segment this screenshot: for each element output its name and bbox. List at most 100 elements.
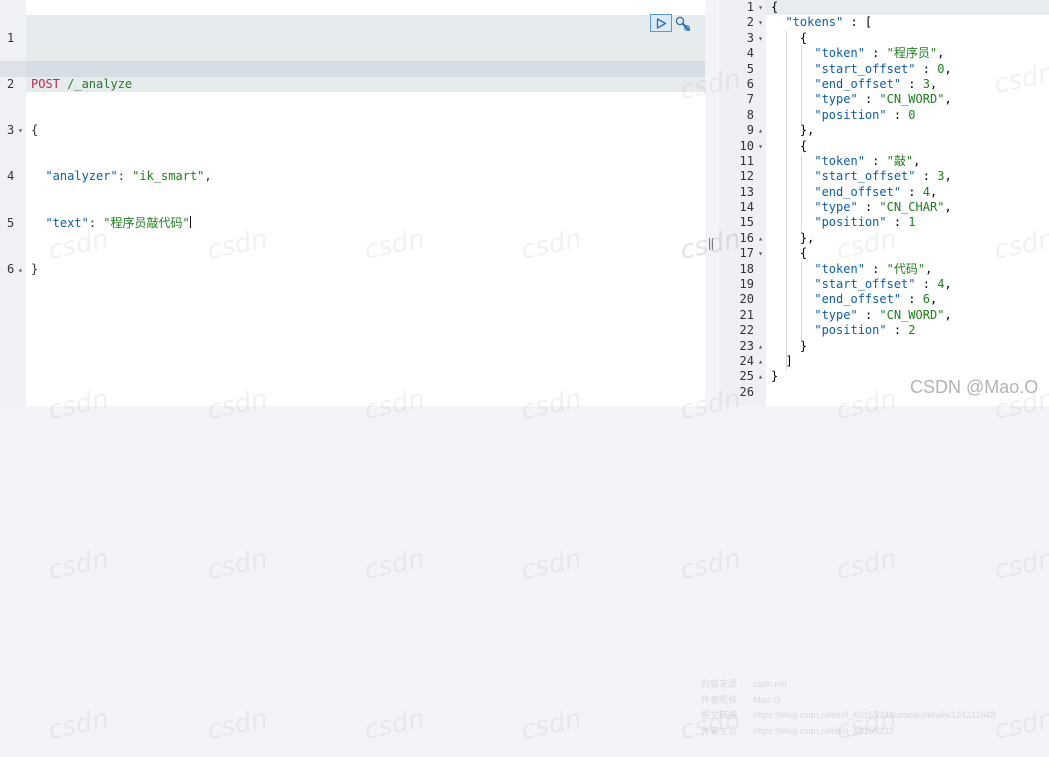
- resize-grip-line: [709, 238, 710, 250]
- fold-up-icon[interactable]: ▴: [18, 262, 23, 277]
- response-line: "end_offset" : 4,: [814, 184, 938, 199]
- line-number-text: 11: [739, 153, 754, 168]
- run-request-button[interactable]: [650, 14, 672, 32]
- response-line: "token" : "敲",: [814, 153, 921, 168]
- line-number: 15: [719, 215, 766, 230]
- line-number: 16 ▴: [719, 231, 766, 246]
- line-number: 12: [719, 169, 766, 184]
- line-number: 6: [719, 77, 766, 92]
- line-number-text: 12: [739, 169, 754, 184]
- code-line-empty: [31, 31, 212, 46]
- line-number-text: 7: [746, 92, 754, 107]
- request-line-numbers: 1 2 3 ▾ 4 5 6 ▴: [0, 0, 26, 308]
- code-line: {: [31, 123, 212, 138]
- line-number-text: 4: [746, 46, 754, 61]
- request-line: POST /_analyze: [31, 77, 212, 92]
- line-number: 24 ▴: [719, 354, 766, 369]
- csdn-watermark: csdn: [518, 704, 585, 746]
- request-url: /_analyze: [59, 77, 133, 92]
- meta-line: 作者主页 https://blog.csdn.net/m0_60155232: [701, 724, 996, 740]
- response-line: "start_offset" : 4,: [814, 277, 952, 292]
- request-settings-button[interactable]: [674, 15, 692, 33]
- line-number: 20: [719, 292, 766, 307]
- request-editor[interactable]: 1 2 3 ▾ 4 5 6 ▴ POST /_analyze { "analyzer…: [0, 0, 705, 406]
- line-number: 3 ▾: [719, 31, 766, 46]
- fold-down-icon[interactable]: ▾: [758, 139, 763, 154]
- fold-down-icon[interactable]: ▾: [758, 246, 763, 261]
- http-method: POST: [31, 77, 60, 92]
- meta-key: 作者主页: [701, 725, 738, 736]
- csdn-watermark: csdn: [991, 704, 1049, 746]
- csdn-watermark: csdn: [361, 704, 428, 746]
- response-line: {: [771, 138, 808, 153]
- text-key: "text": [45, 215, 89, 230]
- line-number: 19: [719, 277, 766, 292]
- line-number: 26: [719, 385, 766, 400]
- line-number: 1 ▾: [719, 0, 766, 15]
- fold-down-icon[interactable]: ▾: [18, 123, 23, 138]
- line-number-text: 10: [739, 138, 754, 153]
- analyzer-key: "analyzer": [45, 169, 118, 184]
- line-number-text: 9: [746, 123, 754, 138]
- line-number-text: 3: [746, 30, 754, 45]
- meta-value: csdn.net: [753, 679, 788, 689]
- text-cursor: [189, 215, 191, 228]
- fold-up-icon[interactable]: ▴: [758, 231, 763, 246]
- fold-down-icon[interactable]: ▾: [758, 15, 763, 30]
- line-number: 22: [719, 323, 766, 338]
- fold-up-icon[interactable]: ▴: [758, 354, 763, 369]
- colon: :: [88, 215, 104, 230]
- line-number: 9 ▴: [719, 123, 766, 138]
- line-number-text: 21: [739, 307, 754, 322]
- line-number-text: 14: [739, 200, 754, 215]
- code-line-active: "text": "程序员敲代码": [31, 215, 212, 231]
- brand-watermark: CSDN @Mao.O: [910, 377, 1039, 397]
- fold-up-icon[interactable]: ▴: [758, 369, 763, 384]
- code-line: "analyzer": "ik_smart",: [31, 169, 211, 184]
- response-line: "start_offset" : 0,: [814, 61, 952, 76]
- fold-down-icon[interactable]: ▾: [758, 31, 763, 46]
- line-number: 4: [719, 46, 766, 61]
- meta-key: 作者昵称: [701, 694, 738, 705]
- response-line: }: [771, 338, 808, 353]
- line-number-foldable: 3 ▾: [0, 123, 26, 138]
- meta-key: 原文链接: [701, 710, 738, 720]
- meta-value: Mao.O: [753, 694, 781, 705]
- code-line: }: [31, 262, 212, 277]
- analyzer-value: "ik_smart": [132, 169, 205, 184]
- line-number-text: 3: [7, 123, 15, 138]
- line-number-text: 22: [739, 323, 754, 338]
- line-number-text: 18: [739, 261, 754, 276]
- response-line-numbers: 1 ▾ 2 ▾ 3 ▾ 4 5 6 7 8 9 ▴ 10 ▾ 11 12 13 14 15 16 ▴ 17 ▾ 18 19 20 21…: [719, 0, 766, 400]
- line-number: 13: [719, 185, 766, 200]
- fold-up-icon[interactable]: ▴: [758, 123, 763, 138]
- csdn-watermark: csdn: [833, 544, 900, 586]
- response-line: "start_offset" : 3,: [814, 169, 952, 184]
- text-value: "程序员敲代码": [103, 215, 190, 230]
- line-number: 7: [719, 92, 766, 107]
- line-number-text: 24: [739, 353, 754, 368]
- source-meta-watermark: 内容来源 csdn.net 作者昵称 Mao.O 原文链接 https://blog.cs…: [701, 677, 996, 739]
- response-viewer[interactable]: 1 ▾ 2 ▾ 3 ▾ 4 5 6 7 8 9 ▴ 10 ▾ 11 12 13 14 15 16 ▴ 17 ▾ 18 19 20 21…: [719, 0, 1049, 406]
- request-code[interactable]: POST /_analyze { "analyzer": "ik_smart",…: [31, 0, 212, 308]
- response-line: "end_offset" : 3,: [814, 76, 938, 91]
- line-number: 2 ▾: [719, 15, 766, 30]
- fold-up-icon[interactable]: ▴: [758, 339, 763, 354]
- response-line: "type" : "CN_WORD",: [814, 92, 952, 107]
- fold-down-icon[interactable]: ▾: [758, 0, 763, 15]
- response-line: "position" : 1: [814, 215, 916, 230]
- csdn-watermark: csdn: [45, 704, 112, 746]
- line-number-text: 5: [746, 61, 754, 76]
- line-number: 10 ▾: [719, 139, 766, 154]
- line-number: 23 ▴: [719, 339, 766, 354]
- line-number: 4: [7, 169, 15, 184]
- line-number: 25 ▴: [719, 369, 766, 384]
- response-line: {: [771, 30, 808, 45]
- response-line: "type" : "CN_CHAR",: [814, 200, 952, 215]
- wrench-icon: [675, 16, 690, 31]
- pane-resize-handle[interactable]: [709, 238, 715, 254]
- response-line: {: [771, 246, 808, 261]
- line-number: 17 ▾: [719, 246, 766, 261]
- open-brace: {: [31, 123, 39, 138]
- meta-value: https://blog.csdn.net/m0_60155232: [753, 725, 894, 736]
